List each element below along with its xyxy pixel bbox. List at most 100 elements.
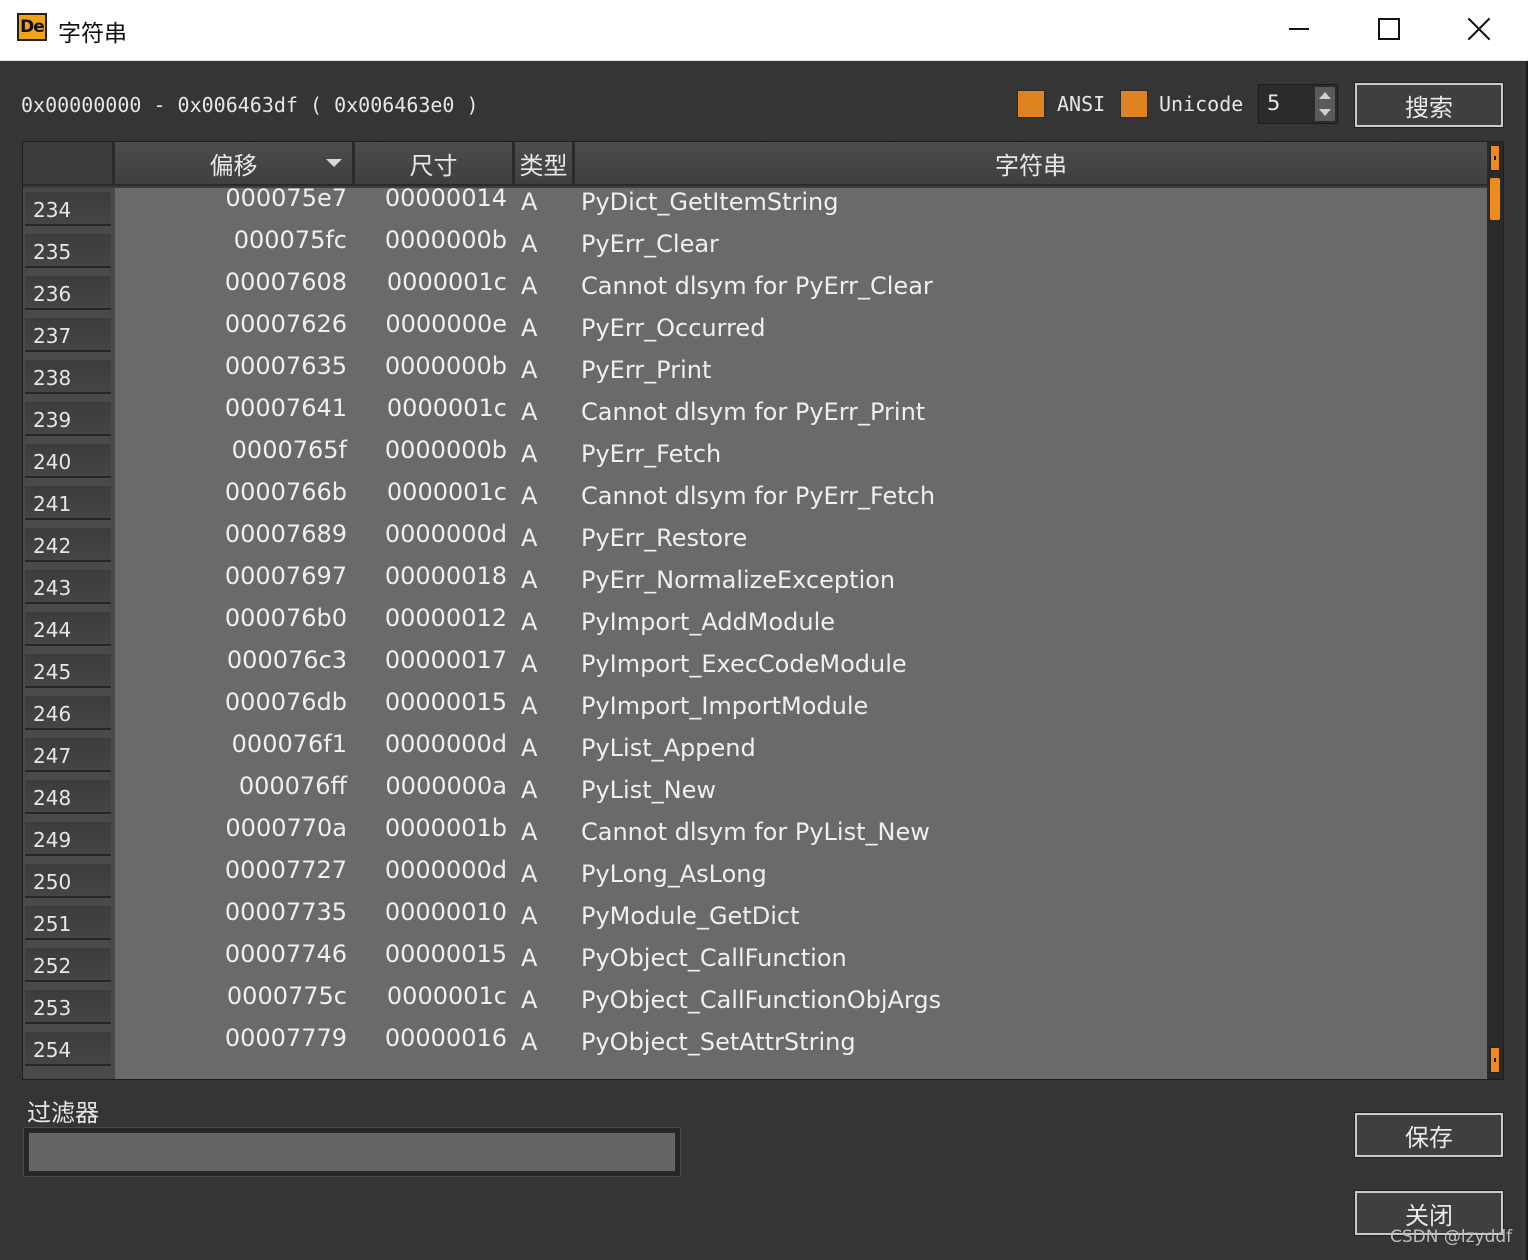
type-cell: A (521, 440, 538, 468)
type-cell: A (521, 230, 538, 258)
strings-table: 偏移 尺寸 类型 字符串 234 000075e7 00000014 A PyDict_… (22, 141, 1504, 1080)
type-cell: A (521, 944, 538, 972)
size-cell: 00000012 (384, 604, 507, 632)
minimize-icon (1289, 28, 1309, 30)
type-cell: A (521, 776, 538, 804)
size-cell: 0000000d (384, 856, 507, 884)
table-row[interactable]: 239 00007641 0000001c A Cannot dlsym for PyE… (23, 394, 1487, 440)
close-window-button[interactable] (1434, 0, 1524, 58)
min-length-spinbox[interactable]: 5 (1258, 84, 1338, 124)
string-cell: Cannot dlsym for PyErr_Fetch (581, 482, 936, 510)
offset-cell: 00007746 (224, 940, 347, 968)
table-row[interactable]: 235 000075fc 0000000b A PyErr_Clear (23, 226, 1487, 272)
row-number: 238 (25, 360, 111, 394)
table-row[interactable]: 247 000076f1 0000000d A PyList_Append (23, 730, 1487, 776)
table-row[interactable]: 243 00007697 00000018 A PyErr_NormalizeExcep… (23, 562, 1487, 608)
type-cell: A (521, 650, 538, 678)
search-button[interactable]: 搜索 (1354, 82, 1504, 128)
column-header-type[interactable]: 类型 (515, 142, 575, 186)
table-row[interactable]: 245 000076c3 00000017 A PyImport_ExecCodeMod… (23, 646, 1487, 692)
vertical-scrollbar[interactable] (1487, 142, 1503, 1079)
row-number: 243 (25, 570, 111, 604)
row-number: 236 (25, 276, 111, 310)
offset-cell: 00007779 (224, 1024, 347, 1052)
row-number: 244 (25, 612, 111, 646)
type-cell: A (521, 818, 538, 846)
table-row[interactable]: 253 0000775c 0000001c A PyObject_CallFunctio… (23, 982, 1487, 1028)
minimize-button[interactable] (1254, 0, 1344, 58)
table-row[interactable]: 234 000075e7 00000014 A PyDict_GetItemString (23, 184, 1487, 230)
row-number: 248 (25, 780, 111, 814)
offset-cell: 000076c3 (226, 646, 347, 674)
table-row[interactable]: 244 000076b0 00000012 A PyImport_AddModule (23, 604, 1487, 650)
row-number: 253 (25, 990, 111, 1024)
type-cell: A (521, 986, 538, 1014)
row-number: 252 (25, 948, 111, 982)
string-cell: Cannot dlsym for PyList_New (581, 818, 930, 846)
row-number: 241 (25, 486, 111, 520)
scroll-up-button[interactable] (1490, 145, 1500, 171)
type-cell: A (521, 482, 538, 510)
column-header-label: 类型 (519, 151, 568, 180)
table-row[interactable]: 237 00007626 0000000e A PyErr_Occurred (23, 310, 1487, 356)
title-bar: De 字符串 (0, 0, 1528, 61)
string-cell: Cannot dlsym for PyErr_Clear (581, 272, 933, 300)
table-row[interactable]: 240 0000765f 0000000b A PyErr_Fetch (23, 436, 1487, 482)
table-row[interactable]: 241 0000766b 0000001c A Cannot dlsym for PyE… (23, 478, 1487, 524)
table-row[interactable]: 250 00007727 0000000d A PyLong_AsLong (23, 856, 1487, 902)
row-number: 250 (25, 864, 111, 898)
string-cell: PyErr_NormalizeException (581, 566, 896, 594)
table-row[interactable]: 248 000076ff 0000000a A PyList_New (23, 772, 1487, 818)
table-row[interactable]: 251 00007735 00000010 A PyModule_GetDict (23, 898, 1487, 944)
string-cell: PyLong_AsLong (581, 860, 767, 888)
table-row[interactable]: 246 000076db 00000015 A PyImport_ImportModul… (23, 688, 1487, 734)
scroll-down-button[interactable] (1490, 1047, 1500, 1073)
row-number: 234 (25, 192, 111, 226)
size-cell: 00000016 (384, 1024, 507, 1052)
offset-cell: 00007727 (224, 856, 347, 884)
ansi-label: ANSI (1057, 92, 1106, 116)
column-header-size[interactable]: 尺寸 (355, 142, 515, 186)
string-cell: PyObject_SetAttrString (581, 1028, 856, 1056)
size-cell: 0000000b (384, 352, 507, 380)
type-cell: A (521, 1028, 538, 1056)
string-cell: PyErr_Occurred (581, 314, 766, 342)
row-number: 235 (25, 234, 111, 268)
row-number: 249 (25, 822, 111, 856)
maximize-button[interactable] (1344, 0, 1434, 58)
table-row[interactable]: 249 0000770a 0000001b A Cannot dlsym for PyL… (23, 814, 1487, 860)
spin-up-icon[interactable] (1319, 92, 1331, 99)
table-row[interactable]: 254 00007779 00000016 A PyObject_SetAttrStri… (23, 1024, 1487, 1070)
table-row[interactable]: 238 00007635 0000000b A PyErr_Print (23, 352, 1487, 398)
table-row[interactable]: 252 00007746 00000015 A PyObject_CallFunctio… (23, 940, 1487, 986)
ansi-checkbox[interactable] (1017, 90, 1045, 118)
column-header-offset[interactable]: 偏移 (115, 142, 355, 186)
type-cell: A (521, 692, 538, 720)
type-cell: A (521, 902, 538, 930)
save-button[interactable]: 保存 (1354, 1112, 1504, 1158)
filter-input[interactable] (23, 1127, 681, 1177)
size-cell: 0000000e (385, 310, 507, 338)
size-cell: 0000000b (384, 226, 507, 254)
size-cell: 0000001b (384, 814, 507, 842)
table-row[interactable]: 242 00007689 0000000d A PyErr_Restore (23, 520, 1487, 566)
offset-cell: 00007626 (224, 310, 347, 338)
size-cell: 0000001c (386, 394, 507, 422)
scroll-thumb[interactable] (1490, 178, 1500, 220)
string-cell: PyErr_Restore (581, 524, 748, 552)
spin-down-icon[interactable] (1319, 109, 1331, 116)
unicode-checkbox[interactable] (1120, 90, 1148, 118)
row-number: 239 (25, 402, 111, 436)
column-header-label: 尺寸 (409, 151, 458, 180)
spin-arrows[interactable] (1315, 87, 1335, 121)
row-number: 251 (25, 906, 111, 940)
column-header-string[interactable]: 字符串 (575, 142, 1487, 186)
offset-cell: 000076ff (238, 772, 347, 800)
close-icon (1467, 17, 1491, 41)
table-row[interactable]: 236 00007608 0000001c A Cannot dlsym for PyE… (23, 268, 1487, 314)
column-header-label: 偏移 (209, 151, 258, 180)
address-range-label: 0x00000000 - 0x006463df ( 0x006463e0 ) (21, 93, 479, 117)
offset-cell: 0000775c (226, 982, 347, 1010)
min-length-value[interactable]: 5 (1267, 91, 1280, 115)
column-header-label: 字符串 (995, 151, 1067, 180)
